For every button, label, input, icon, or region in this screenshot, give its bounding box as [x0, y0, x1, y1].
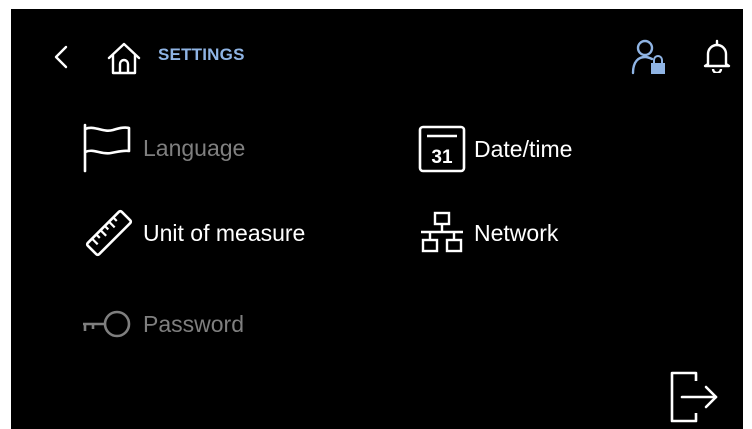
menu-item-password[interactable]: Password	[81, 307, 244, 341]
menu-item-date-time[interactable]: 31 Date/time	[417, 124, 572, 174]
settings-screen: SETTINGS Language 31 Date/time Unit of m…	[11, 9, 743, 429]
notifications-button[interactable]	[700, 39, 734, 75]
home-button[interactable]	[106, 40, 142, 76]
back-button[interactable]	[49, 41, 73, 73]
unit-of-measure-label: Unit of measure	[143, 220, 306, 246]
ruler-icon	[83, 207, 135, 259]
flag-icon	[81, 123, 135, 173]
date-time-label: Date/time	[474, 136, 573, 162]
menu-item-language[interactable]: Language	[81, 123, 245, 173]
network-label: Network	[474, 220, 559, 246]
logout-button[interactable]	[666, 369, 722, 425]
menu-item-unit-of-measure[interactable]: Unit of measure	[83, 207, 305, 259]
bell-icon	[703, 39, 731, 75]
page-title: SETTINGS	[158, 45, 245, 64]
logout-icon	[670, 371, 718, 423]
password-label: Password	[143, 311, 244, 337]
user-button[interactable]	[629, 37, 669, 77]
chevron-left-icon	[54, 45, 68, 69]
key-icon	[81, 307, 135, 341]
menu-item-network[interactable]: Network	[417, 211, 558, 255]
calendar-icon: 31	[417, 124, 467, 174]
calendar-day-text: 31	[431, 147, 453, 168]
network-icon	[417, 211, 467, 255]
home-icon	[107, 42, 141, 75]
user-lock-icon	[631, 39, 665, 75]
language-label: Language	[143, 135, 246, 161]
